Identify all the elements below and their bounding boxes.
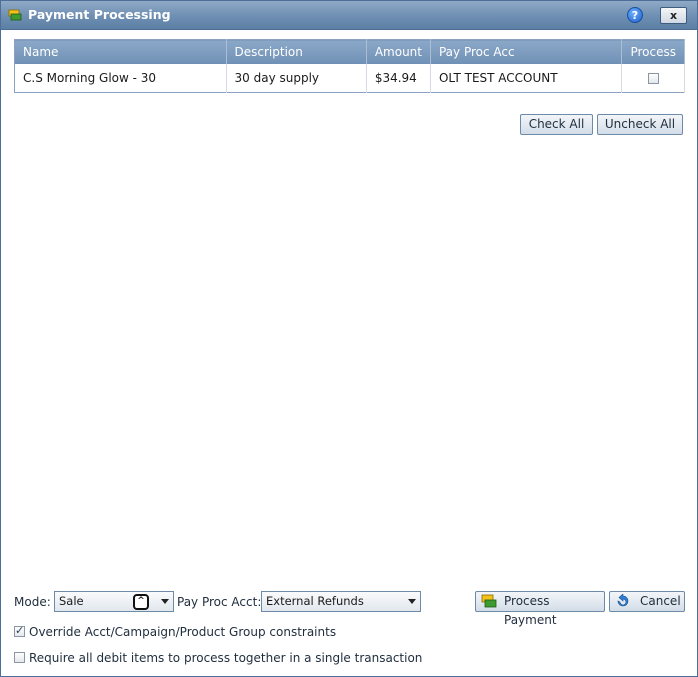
mode-value: Sale <box>59 594 84 608</box>
mouse-cursor-icon: ^ <box>133 594 149 610</box>
override-checkbox[interactable] <box>14 624 25 637</box>
cell-pay-proc-acc: OLT TEST ACCOUNT <box>430 64 623 93</box>
undo-icon <box>617 594 629 607</box>
window-title: Payment Processing <box>28 7 171 22</box>
pay-proc-acct-select[interactable]: External Refunds <box>261 591 421 612</box>
process-checkbox[interactable] <box>647 73 659 84</box>
column-header-name[interactable]: Name <box>14 39 227 64</box>
require-all-checkbox[interactable] <box>14 652 25 663</box>
chevron-down-icon <box>161 599 169 604</box>
cell-amount: $34.94 <box>366 64 431 93</box>
pay-proc-acct-value: External Refunds <box>266 594 364 608</box>
close-button[interactable]: x <box>660 7 687 24</box>
payment-app-icon <box>8 9 22 21</box>
column-header-amount[interactable]: Amount <box>366 39 431 64</box>
table-header-row: Name Description Amount Pay Proc Acc Pro… <box>14 39 685 64</box>
items-table: Name Description Amount Pay Proc Acc Pro… <box>14 39 685 93</box>
chevron-down-icon <box>408 599 416 604</box>
require-all-label: Require all debit items to process toget… <box>29 651 423 665</box>
cell-name: C.S Morning Glow - 30 <box>14 64 227 93</box>
column-header-process[interactable]: Process <box>621 39 685 64</box>
cancel-label: Cancel <box>640 594 681 608</box>
payment-processing-window: Payment Processing ? x Name Description … <box>0 0 698 677</box>
mode-select[interactable]: Sale ^ <box>54 591 174 612</box>
process-payment-label: Process Payment <box>504 594 557 627</box>
help-icon[interactable]: ? <box>627 7 643 23</box>
override-label: Override Acct/Campaign/Product Group con… <box>29 625 337 639</box>
title-bar[interactable]: Payment Processing ? x <box>1 1 697 30</box>
mode-label: Mode: <box>14 595 51 609</box>
require-all-option[interactable]: Require all debit items to process toget… <box>14 651 422 665</box>
table-row[interactable]: C.S Morning Glow - 30 30 day supply $34.… <box>14 64 685 93</box>
process-payment-button[interactable]: Process Payment <box>475 591 605 627</box>
payment-icon <box>481 594 497 608</box>
column-header-description[interactable]: Description <box>226 39 367 64</box>
override-option[interactable]: Override Acct/Campaign/Product Group con… <box>14 624 337 639</box>
dialog-body: Name Description Amount Pay Proc Acc Pro… <box>1 30 697 676</box>
cancel-button[interactable]: Cancel <box>609 591 685 612</box>
cell-process <box>621 64 685 93</box>
column-header-pay-proc-acc[interactable]: Pay Proc Acc <box>430 39 623 64</box>
pay-proc-acct-label: Pay Proc Acct: <box>177 595 262 609</box>
uncheck-all-button[interactable]: Uncheck All <box>597 114 683 135</box>
check-all-button[interactable]: Check All <box>520 114 593 135</box>
cell-description: 30 day supply <box>226 64 367 93</box>
